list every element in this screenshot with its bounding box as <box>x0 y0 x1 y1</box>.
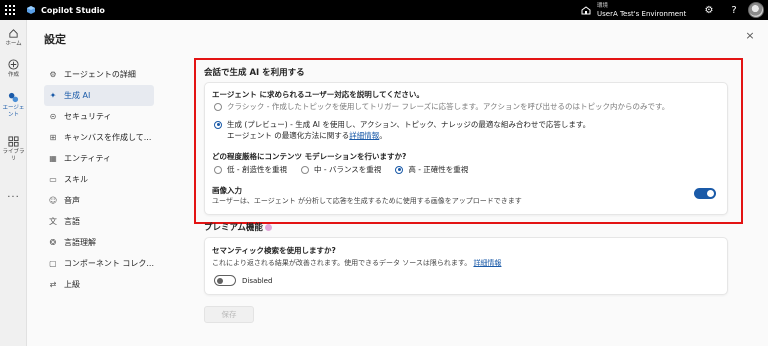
brand[interactable]: Copilot Studio <box>26 5 105 15</box>
rail-label-agents: エージェント <box>2 105 25 118</box>
top-bar: Copilot Studio 環境 UserA Test's Environme… <box>0 0 768 20</box>
language-icon: 文 <box>49 217 57 226</box>
nav-label: 上級 <box>64 280 80 289</box>
nav-label: エージェントの詳細 <box>64 70 136 79</box>
semantic-search-description: これにより返される結果が改善されます。使用できるデータ ソースは限られます。 詳… <box>212 258 501 268</box>
nav-item-skills[interactable]: ▭ スキル <box>44 169 154 190</box>
nav-item-security[interactable]: ⊝ セキュリティ <box>44 106 154 127</box>
user-avatar[interactable] <box>748 2 764 18</box>
nav-item-entities[interactable]: ▦ エンティティ <box>44 148 154 169</box>
app-name: Copilot Studio <box>41 5 105 15</box>
nav-label: スキル <box>64 175 88 184</box>
page-title: 設定 <box>44 33 66 46</box>
nav-label: 言語 <box>64 217 80 226</box>
nav-item-canvas[interactable]: ⊞ キャンバスを作成して... <box>44 127 154 148</box>
premium-section-title: プレミアム機能 <box>204 221 272 233</box>
understanding-icon: ❂ <box>49 238 57 247</box>
settings-nav: ⚙ エージェントの詳細 ✦ 生成 AI ⊝ セキュリティ ⊞ キャンバスを作成し… <box>44 64 154 295</box>
environment-picker[interactable]: 環境 UserA Test's Environment <box>581 0 686 20</box>
advanced-icon: ⇄ <box>49 280 57 289</box>
lock-icon: ⊝ <box>49 112 57 121</box>
environment-icon <box>581 6 591 15</box>
nav-label: コンポーネント コレク... <box>63 259 154 268</box>
semantic-learn-more-link[interactable]: 詳細情報 <box>473 259 501 267</box>
nav-label: 言語理解 <box>64 238 96 247</box>
home-icon <box>9 29 18 38</box>
nav-label: セキュリティ <box>64 112 112 121</box>
component-icon: ▢ <box>49 259 57 268</box>
close-icon[interactable]: × <box>744 30 756 42</box>
nav-item-agent-details[interactable]: ⚙ エージェントの詳細 <box>44 64 154 85</box>
rail-item-home[interactable]: ホーム <box>0 28 27 48</box>
nav-label: エンティティ <box>64 154 112 163</box>
nav-item-generative-ai[interactable]: ✦ 生成 AI <box>44 85 154 106</box>
rail-label-home: ホーム <box>5 41 22 47</box>
nav-item-advanced[interactable]: ⇄ 上級 <box>44 274 154 295</box>
nav-label: 音声 <box>64 196 80 205</box>
semantic-search-toggle-label: Disabled <box>242 277 273 285</box>
premium-icon <box>264 224 272 231</box>
gear-icon: ⚙ <box>49 70 57 79</box>
help-icon[interactable]: ? <box>727 3 741 17</box>
semantic-search-desc-text: これにより返される結果が改善されます。使用できるデータ ソースは限られます。 <box>212 259 472 267</box>
nav-item-language-understanding[interactable]: ❂ 言語理解 <box>44 232 154 253</box>
plus-circle-icon <box>8 59 19 70</box>
environment-name: UserA Test's Environment <box>597 10 687 18</box>
entity-icon: ▦ <box>49 154 57 163</box>
nav-item-language[interactable]: 文 言語 <box>44 211 154 232</box>
rail-item-library[interactable]: ライブラリ <box>0 136 27 163</box>
environment-label: 環境 <box>597 3 609 9</box>
copilot-logo-icon <box>27 6 35 14</box>
rail-item-agents[interactable]: エージェント <box>0 92 27 119</box>
premium-title-text: プレミアム機能 <box>204 223 263 233</box>
library-icon <box>8 136 19 147</box>
nav-label: 生成 AI <box>64 91 91 100</box>
left-rail: ホーム 作成 エージェント ライブラリ ... <box>0 20 27 346</box>
nav-label: キャンバスを作成して... <box>64 133 152 142</box>
question-semantic-search: セマンティック検索を使用しますか? <box>212 246 336 255</box>
settings-gear-icon[interactable]: ⚙ <box>702 3 716 17</box>
rail-label-create: 作成 <box>7 72 19 78</box>
rail-label-library: ライブラリ <box>2 149 25 162</box>
rail-item-create[interactable]: 作成 <box>0 59 27 79</box>
skill-icon: ▭ <box>49 175 57 184</box>
voice-icon: ☺ <box>48 196 58 205</box>
app-launcher-icon[interactable] <box>0 0 20 20</box>
sparkle-icon: ✦ <box>49 91 57 100</box>
canvas-icon: ⊞ <box>49 133 57 142</box>
save-button[interactable]: 保存 <box>204 306 254 323</box>
semantic-search-toggle[interactable] <box>214 275 236 286</box>
agent-icon <box>8 92 19 103</box>
nav-item-voice[interactable]: ☺ 音声 <box>44 190 154 211</box>
more-icon[interactable]: ... <box>0 189 27 200</box>
highlight-box <box>194 58 743 224</box>
nav-item-component-collections[interactable]: ▢ コンポーネント コレク... <box>44 253 154 274</box>
